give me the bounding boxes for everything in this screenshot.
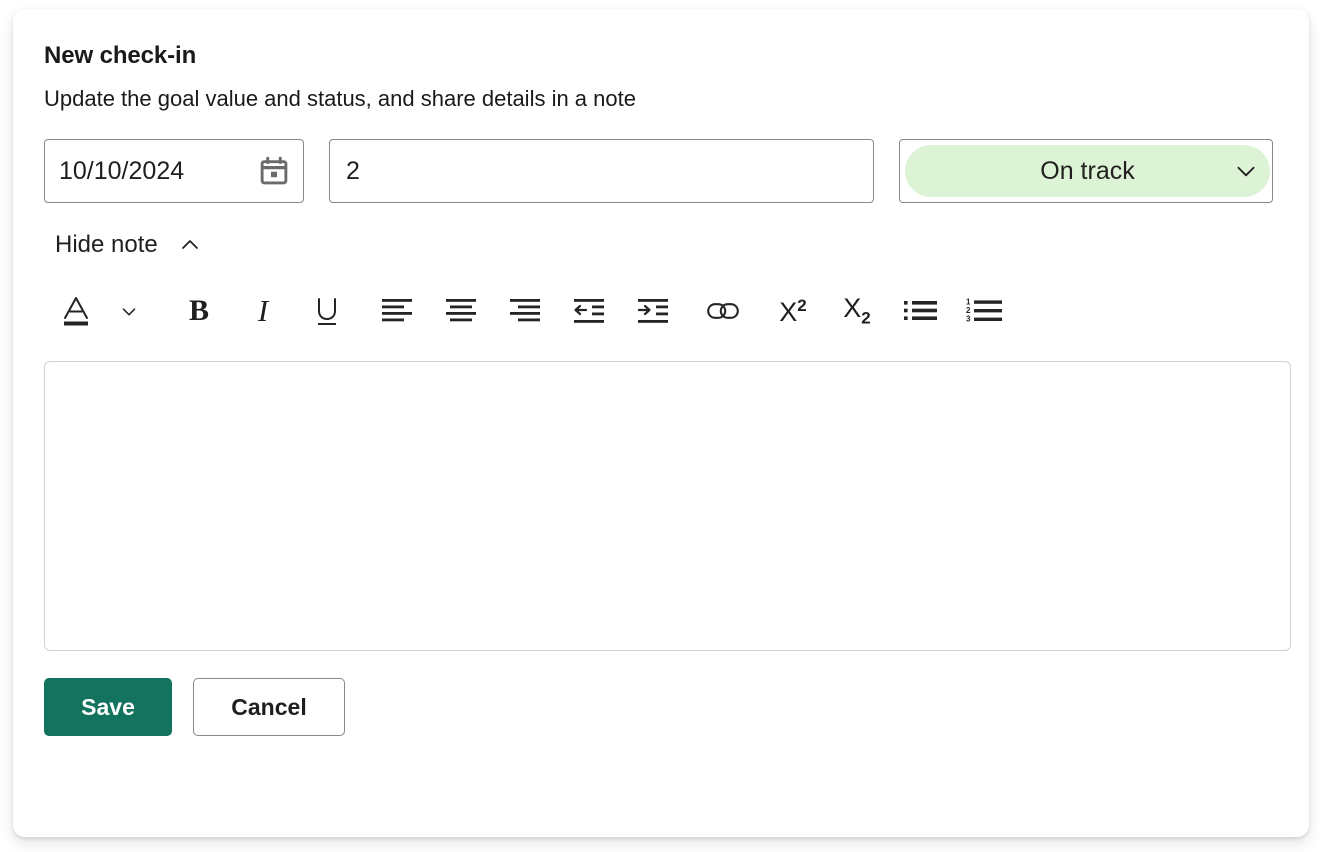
dialog-subtitle: Update the goal value and status, and sh… bbox=[44, 85, 1291, 113]
status-badge: On track bbox=[905, 145, 1270, 197]
new-checkin-dialog: New check-in Update the goal value and s… bbox=[13, 9, 1309, 837]
link-icon[interactable] bbox=[702, 288, 744, 334]
chevron-down-icon[interactable] bbox=[1226, 158, 1266, 184]
align-left-icon[interactable] bbox=[376, 288, 418, 334]
italic-label: I bbox=[258, 293, 268, 329]
increase-indent-icon[interactable] bbox=[632, 288, 674, 334]
align-center-icon[interactable] bbox=[440, 288, 482, 334]
calendar-icon[interactable] bbox=[259, 156, 289, 186]
italic-icon[interactable]: I bbox=[242, 288, 284, 334]
font-color-icon[interactable] bbox=[56, 288, 98, 334]
goal-value-field[interactable]: 2 bbox=[329, 139, 874, 203]
toggle-note-label: Hide note bbox=[55, 231, 158, 259]
dialog-title: New check-in bbox=[44, 41, 1291, 71]
svg-text:3: 3 bbox=[966, 315, 971, 324]
superscript-label: X2 bbox=[779, 297, 806, 326]
subscript-icon[interactable]: X2 bbox=[836, 288, 878, 334]
save-button[interactable]: Save bbox=[44, 678, 172, 736]
status-label: On track bbox=[1040, 157, 1134, 186]
formatting-toolbar: B I bbox=[44, 283, 1291, 339]
checkin-fields-row: 10/10/2024 2 On track bbox=[44, 139, 1291, 203]
bulleted-list-icon[interactable] bbox=[900, 288, 942, 334]
underline-icon[interactable] bbox=[306, 288, 348, 334]
date-value: 10/10/2024 bbox=[59, 157, 259, 186]
bold-icon[interactable]: B bbox=[178, 288, 220, 334]
decrease-indent-icon[interactable] bbox=[568, 288, 610, 334]
dialog-content: New check-in Update the goal value and s… bbox=[44, 41, 1291, 819]
numbered-list-icon[interactable]: 1 2 3 bbox=[964, 288, 1006, 334]
note-textarea[interactable] bbox=[44, 361, 1291, 651]
date-field[interactable]: 10/10/2024 bbox=[44, 139, 304, 203]
status-dropdown[interactable]: On track bbox=[899, 139, 1273, 203]
chevron-down-icon[interactable] bbox=[108, 288, 150, 334]
superscript-icon[interactable]: X2 bbox=[772, 288, 814, 334]
cancel-button[interactable]: Cancel bbox=[193, 678, 345, 736]
subscript-label: X2 bbox=[843, 295, 870, 326]
chevron-up-icon bbox=[178, 233, 202, 257]
dialog-actions: Save Cancel bbox=[44, 678, 1291, 736]
toggle-note-button[interactable]: Hide note bbox=[55, 231, 202, 259]
bold-label: B bbox=[189, 294, 209, 328]
align-right-icon[interactable] bbox=[504, 288, 546, 334]
goal-value-input[interactable]: 2 bbox=[346, 157, 360, 186]
